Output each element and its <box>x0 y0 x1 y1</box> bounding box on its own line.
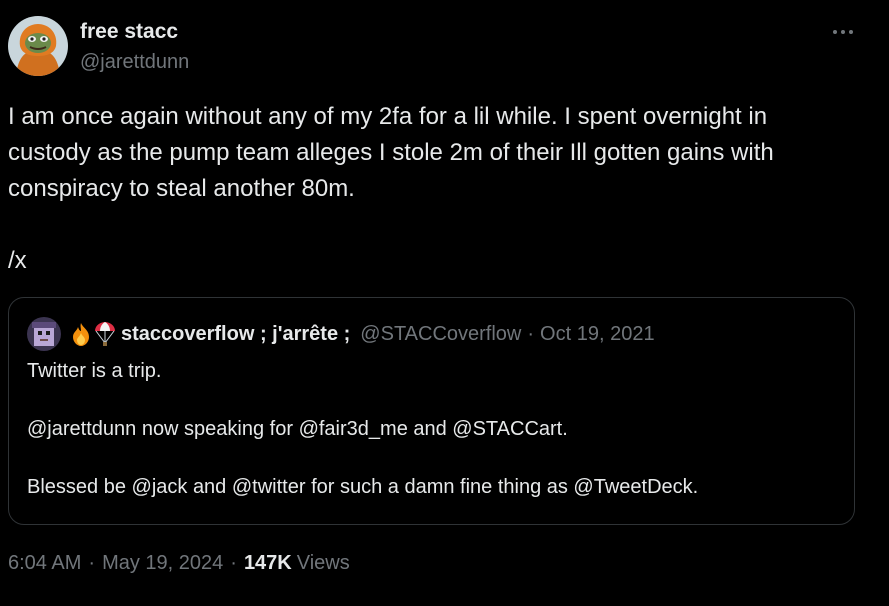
quoted-tweet-header: staccoverflow ; j'arrête ; @STACCoverflo… <box>69 319 655 349</box>
tweet-time[interactable]: 6:04 AM <box>8 552 81 575</box>
separator-dot: · <box>230 552 237 574</box>
more-options-button[interactable] <box>826 17 860 47</box>
author-avatar[interactable] <box>8 16 68 76</box>
tweet-text: I am once again without any of my 2fa fo… <box>8 103 774 274</box>
author-display-name[interactable]: free stacc <box>80 20 178 44</box>
parachute-emoji-icon <box>93 321 117 347</box>
quoted-author-avatar[interactable] <box>27 317 61 351</box>
tweet-date[interactable]: May 19, 2024 <box>102 552 223 575</box>
views-count: 147K <box>243 552 292 574</box>
pixel-character-avatar-icon <box>27 317 61 351</box>
frog-avatar-icon <box>8 16 68 76</box>
more-horizontal-icon <box>833 30 853 34</box>
quoted-tweet-date[interactable]: Oct 19, 2021 <box>540 323 655 346</box>
tweet-meta: 6:04 AM · May 19, 2024 · 147K Views <box>8 552 350 575</box>
tweet: free stacc @jarettdunn I am once again w… <box>0 0 889 606</box>
views-label: Views <box>296 552 350 574</box>
quoted-tweet-card[interactable]: staccoverflow ; j'arrête ; @STACCoverflo… <box>8 297 855 525</box>
quoted-author-display-name[interactable]: staccoverflow ; j'arrête ; <box>121 323 350 346</box>
fire-emoji-icon <box>69 321 93 347</box>
quoted-author-handle[interactable]: @STACCoverflow <box>360 323 521 346</box>
author-handle[interactable]: @jarettdunn <box>80 51 189 74</box>
separator-dot: · <box>527 322 535 345</box>
separator-dot: · <box>88 552 96 574</box>
quoted-tweet-text: Twitter is a trip. @jarettdunn now speak… <box>27 360 699 498</box>
